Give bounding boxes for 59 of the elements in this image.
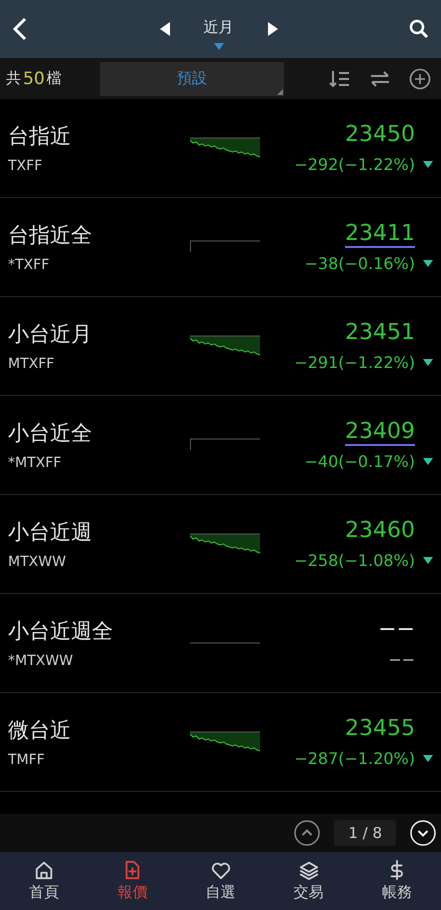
price-change: −287(−1.20%) bbox=[294, 749, 415, 768]
contract-code: *MTXWW bbox=[8, 653, 74, 669]
next-icon[interactable] bbox=[268, 22, 278, 36]
count-label: 檔 bbox=[46, 69, 62, 88]
previous-icon[interactable] bbox=[160, 22, 170, 36]
price-value: 23460 bbox=[345, 518, 415, 545]
sparkline-chart bbox=[190, 334, 260, 358]
back-icon[interactable] bbox=[12, 17, 28, 41]
price-change: −291(−1.22%) bbox=[294, 353, 415, 372]
contract-name: 微台近 bbox=[8, 717, 72, 744]
price-change: −292(−1.22%) bbox=[294, 155, 415, 174]
nav-tab[interactable]: 自選 bbox=[176, 852, 265, 910]
contract-name: 小台近月 bbox=[8, 321, 93, 348]
dropdown-icon[interactable] bbox=[214, 43, 224, 50]
page-up-icon[interactable] bbox=[294, 820, 320, 846]
nav-tab[interactable]: 帳務 bbox=[352, 852, 441, 910]
contract-name: 小台近週 bbox=[8, 519, 93, 546]
sparkline-chart bbox=[190, 730, 260, 754]
page-indicator: 1 / 8 bbox=[334, 820, 396, 846]
sparkline-chart bbox=[190, 438, 260, 452]
add-icon[interactable] bbox=[409, 68, 431, 90]
nav-tab[interactable]: 首頁 bbox=[0, 852, 88, 910]
price-change: −38(−0.16%) bbox=[304, 254, 415, 273]
search-icon[interactable] bbox=[409, 19, 429, 39]
count-value: 50 bbox=[23, 68, 45, 88]
price-value: 23451 bbox=[345, 320, 415, 347]
contract-name: 台指近 bbox=[8, 123, 72, 150]
price-change: −258(−1.08%) bbox=[294, 551, 415, 570]
swap-icon[interactable] bbox=[369, 70, 391, 88]
price-change: −− bbox=[388, 650, 415, 669]
price-value: 23455 bbox=[345, 716, 415, 743]
nav-tab[interactable]: 報價 bbox=[88, 852, 176, 910]
sort-icon[interactable] bbox=[329, 68, 351, 88]
contract-code: MTXWW bbox=[8, 554, 67, 570]
contract-code: *MTXFF bbox=[8, 455, 62, 471]
price-value: 23450 bbox=[345, 122, 415, 149]
preset-dropdown[interactable]: 預設 bbox=[100, 62, 284, 96]
sparkline-chart bbox=[190, 532, 260, 556]
contract-code: TMFF bbox=[8, 752, 46, 768]
nav-tab[interactable]: 交易 bbox=[264, 852, 353, 910]
page-down-icon[interactable] bbox=[410, 820, 436, 846]
price-value: 23409 bbox=[345, 419, 415, 446]
contract-name: 台指近全 bbox=[8, 222, 93, 249]
contract-code: *TXFF bbox=[8, 257, 50, 273]
contract-name: 小台近週全 bbox=[8, 618, 114, 645]
sparkline-chart bbox=[190, 240, 260, 254]
contract-code: MTXFF bbox=[8, 356, 56, 372]
contract-name: 小台近全 bbox=[8, 420, 93, 447]
corner-icon bbox=[277, 88, 283, 94]
sparkline-chart bbox=[190, 136, 260, 160]
price-value: −− bbox=[378, 617, 415, 644]
count-label: 共 bbox=[6, 69, 21, 88]
price-value: 23411 bbox=[345, 221, 415, 248]
contract-month-title[interactable]: 近月 bbox=[204, 18, 234, 37]
contract-code: TXFF bbox=[8, 158, 44, 174]
sparkline-chart bbox=[190, 641, 260, 645]
layers-icon bbox=[298, 860, 320, 880]
price-change: −40(−0.17%) bbox=[304, 452, 415, 471]
heart-icon bbox=[210, 860, 232, 880]
